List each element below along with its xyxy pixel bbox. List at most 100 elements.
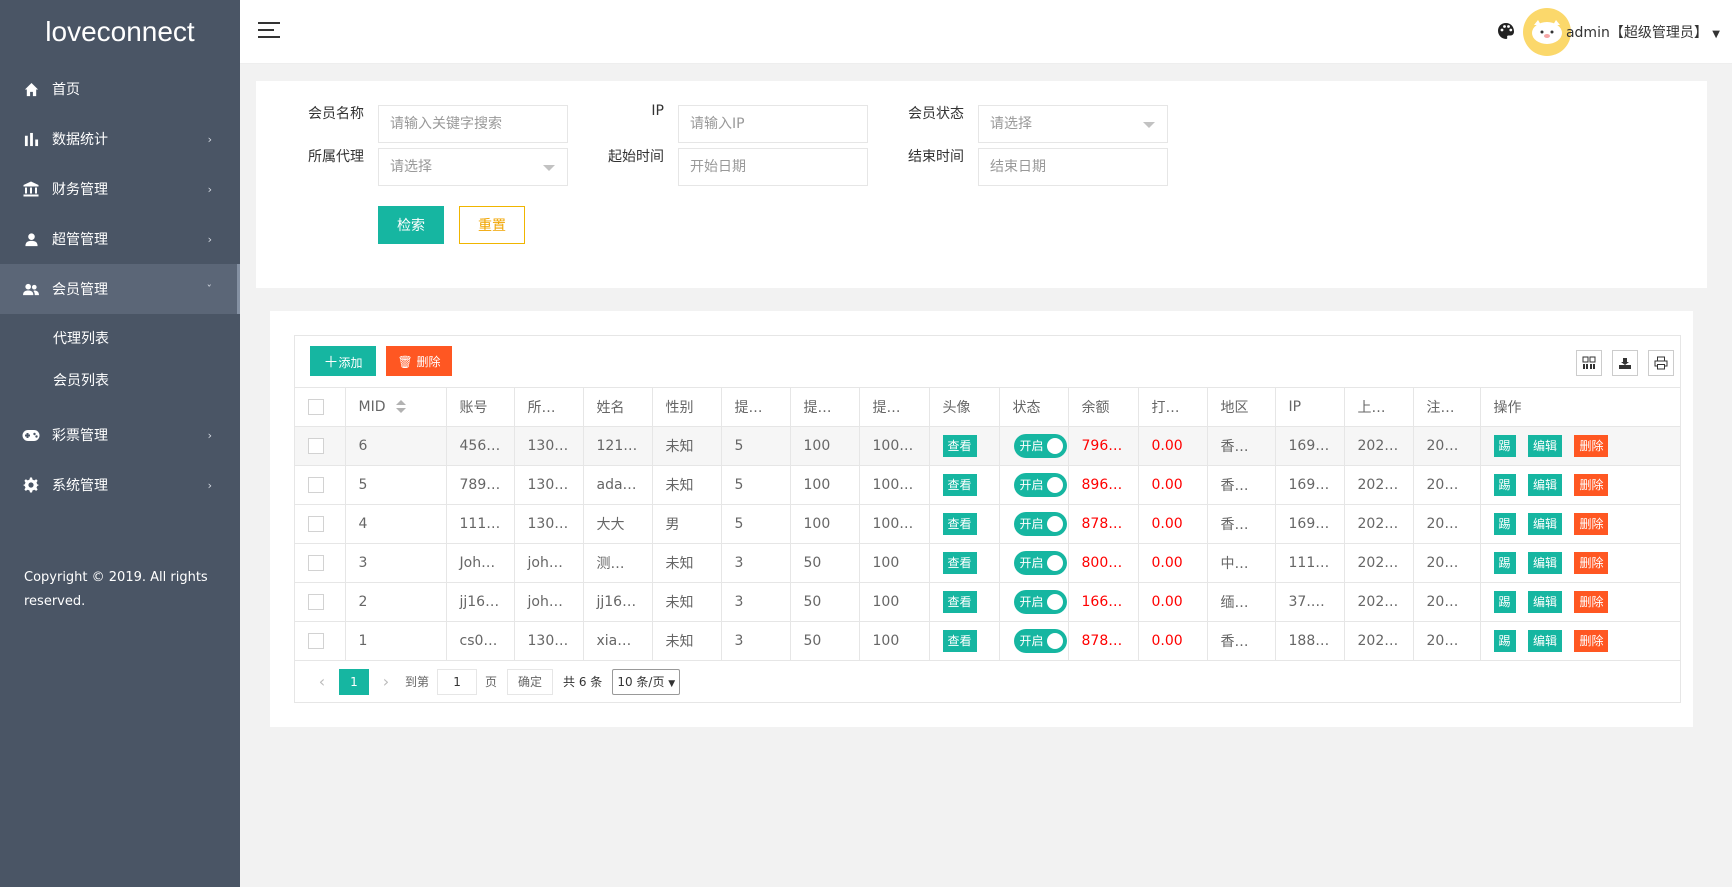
status-toggle[interactable]: 开启 (1013, 550, 1067, 575)
print-icon[interactable] (1648, 350, 1674, 376)
sidebar-item-members[interactable]: 会员管理 ˇ (0, 264, 240, 314)
agent-label: 所属代理 (308, 149, 364, 165)
row-checkbox[interactable] (308, 593, 324, 610)
table-row[interactable]: 5 789… 130… ada… 未知 5 100 100… 查看 开启 896… 0.00 香… 169… (295, 465, 1680, 505)
table-cell: 188… (1275, 621, 1345, 661)
status-toggle[interactable]: 开启 (1013, 511, 1067, 536)
table-cell: 202… (1344, 504, 1414, 544)
status-toggle[interactable]: 开启 (1013, 628, 1067, 653)
view-avatar-button[interactable]: 查看 (942, 512, 977, 535)
sidebar-item-lottery[interactable]: 彩票管理 › (0, 410, 240, 460)
table-cell: 789… (446, 465, 515, 505)
kick-button[interactable]: 踢 (1493, 473, 1516, 496)
page-size-select[interactable]: 10 条/页 ▼ (612, 668, 681, 695)
submenu-item-agent-list[interactable]: 代理列表 (0, 318, 240, 360)
kick-button[interactable]: 踢 (1493, 512, 1516, 535)
sort-icon[interactable] (395, 400, 406, 414)
row-select-cell[interactable] (295, 426, 346, 466)
status-toggle[interactable]: 开启 (1013, 589, 1067, 614)
row-checkbox[interactable] (308, 515, 324, 532)
view-avatar-button[interactable]: 查看 (942, 551, 977, 574)
view-avatar-button[interactable]: 查看 (942, 590, 977, 613)
select-all-cell[interactable] (295, 388, 346, 427)
member-name-input[interactable]: 请输入关键字搜索 (378, 105, 568, 143)
table-cell: 0.00 (1138, 465, 1208, 505)
status-toggle[interactable]: 开启 (1013, 433, 1067, 458)
page-number-current[interactable]: 1 (339, 668, 369, 695)
search-panel: 会员名称 请输入关键字搜索 IP 请输入IP 会员状态 请选择 所属代理 请选择… (256, 81, 1707, 288)
row-checkbox[interactable] (308, 476, 324, 493)
palette-icon[interactable] (1496, 21, 1516, 45)
goto-page-input[interactable]: 1 (437, 668, 478, 695)
edit-button[interactable]: 编辑 (1527, 473, 1562, 496)
delete-button[interactable]: 删除 (1574, 473, 1609, 496)
row-checkbox[interactable] (308, 554, 324, 571)
table-cell: 130… (514, 426, 584, 466)
view-avatar-button[interactable]: 查看 (942, 473, 977, 496)
reset-button[interactable]: 重置 (459, 206, 525, 244)
edit-button[interactable]: 编辑 (1527, 434, 1562, 457)
start-date-input[interactable]: 开始日期 (678, 148, 868, 186)
table-row[interactable]: 1 cs003 130… xia… 未知 3 50 100 查看 开启 878… 0.00 香… 188…… (295, 621, 1680, 661)
column-header: 性别 (652, 388, 722, 427)
sidebar-item-label: 彩票管理 (52, 428, 108, 444)
table-row[interactable]: 6 456… 130… 121… 未知 5 100 100… 查看 开启 796… 0.00 香… 169… (295, 426, 1680, 466)
user-menu[interactable]: admin【超级管理员】 ▼ (1566, 22, 1720, 42)
sidebar-item-system[interactable]: 系统管理 › (0, 460, 240, 510)
sidebar-item-stats[interactable]: 数据统计 › (0, 114, 240, 164)
edit-button[interactable]: 编辑 (1527, 512, 1562, 535)
kick-button[interactable]: 踢 (1493, 551, 1516, 574)
row-select-cell[interactable] (295, 504, 346, 544)
column-header: 头像 (929, 388, 1000, 427)
view-avatar-button[interactable]: 查看 (942, 629, 977, 652)
delete-button[interactable]: 删除 (1574, 629, 1609, 652)
delete-button[interactable]: 删除 (1574, 434, 1609, 457)
delete-button[interactable]: 删除 (1574, 590, 1609, 613)
kick-button[interactable]: 踢 (1493, 629, 1516, 652)
goto-confirm-button[interactable]: 确定 (507, 668, 554, 695)
export-icon[interactable] (1612, 350, 1638, 376)
next-page-icon[interactable]: › (373, 672, 399, 691)
row-select-cell[interactable] (295, 465, 346, 505)
app-logo[interactable]: loveconnect (0, 0, 240, 64)
end-date-input[interactable]: 结束日期 (978, 148, 1168, 186)
menu-toggle-icon[interactable] (258, 22, 280, 43)
columns-icon[interactable] (1576, 350, 1602, 376)
sidebar-item-admin[interactable]: 超管管理 › (0, 214, 240, 264)
column-header-mid[interactable]: MID (345, 388, 447, 427)
agent-select[interactable]: 请选择 (378, 148, 568, 186)
row-select-cell[interactable] (295, 582, 346, 622)
kick-button[interactable]: 踢 (1493, 434, 1516, 457)
prev-page-icon[interactable]: ‹ (309, 672, 335, 691)
delete-button[interactable]: 删除 (1574, 551, 1609, 574)
table-row[interactable]: 4 111… 130… 大大男 5 100 100… 查看 开启 878… 0.00 香… 169… 20… (295, 504, 1680, 544)
delete-button[interactable]: 删除 (1574, 512, 1609, 535)
row-checkbox[interactable] (308, 632, 324, 649)
status-toggle[interactable]: 开启 (1013, 472, 1067, 497)
sidebar-item-finance[interactable]: 财务管理 › (0, 164, 240, 214)
kick-button[interactable]: 踢 (1493, 590, 1516, 613)
view-avatar-button[interactable]: 查看 (942, 434, 977, 457)
edit-button[interactable]: 编辑 (1527, 590, 1562, 613)
table-cell: 20… (1413, 504, 1481, 544)
sidebar-item-home[interactable]: 首页 (0, 64, 240, 114)
column-header: 提… (790, 388, 860, 427)
batch-delete-button[interactable]: 🗑 删除 (386, 346, 452, 376)
table-row[interactable]: 2 jj1688 joh… jj1688 未知 3 50 100 查看 开启 166… 0.00 缅… 3… (295, 582, 1680, 622)
edit-button[interactable]: 编辑 (1527, 629, 1562, 652)
table-row[interactable]: 3 Joh… joh… 测… 未知 3 50 100 查看 开启 800… 0.00 中… 111… 202… (295, 543, 1680, 583)
avatar[interactable] (1523, 8, 1571, 56)
submenu-item-member-list[interactable]: 会员列表 (0, 360, 240, 402)
table-cell: 0.00 (1138, 543, 1208, 583)
ip-input[interactable]: 请输入IP (678, 105, 868, 143)
table-cell: 5 (721, 426, 791, 466)
edit-button[interactable]: 编辑 (1527, 551, 1562, 574)
status-select[interactable]: 请选择 (978, 105, 1168, 143)
add-member-button[interactable]: ＋添加 (310, 346, 376, 376)
row-select-cell[interactable] (295, 543, 346, 583)
row-select-cell[interactable] (295, 621, 346, 661)
row-checkbox[interactable] (308, 437, 324, 454)
search-button[interactable]: 检索 (378, 206, 444, 244)
select-all-checkbox[interactable] (308, 398, 324, 415)
table-cell: 100… (859, 465, 930, 505)
